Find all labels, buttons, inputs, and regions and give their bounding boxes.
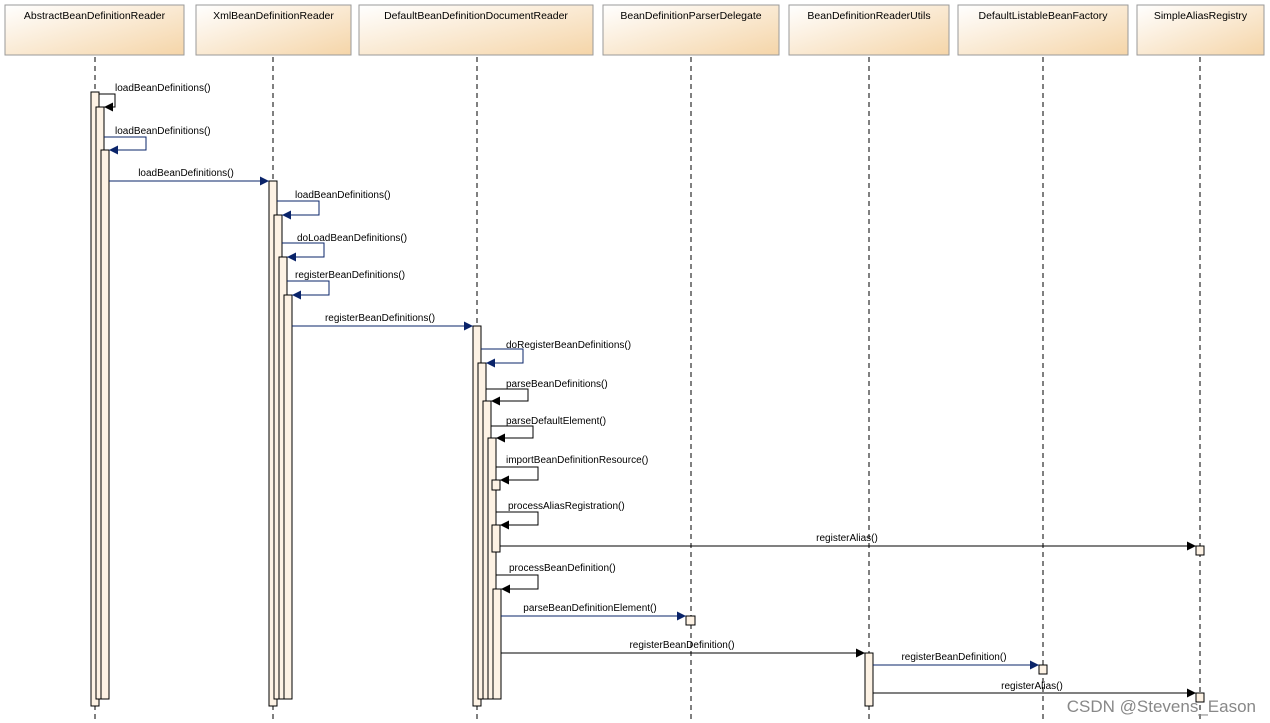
message-register-bean-definitions-self: registerBeanDefinitions() [287,270,405,300]
activation-bar [283,294,293,700]
message-parse-default-element: parseDefaultElement() [491,416,606,443]
message-label: parseBeanDefinitions() [506,379,608,390]
message-label: registerAlias() [1001,681,1063,692]
message-do-load-bean-definitions: doLoadBeanDefinitions() [282,233,407,262]
participant-abstract-bean-definition-reader: AbstractBeanDefinitionReader [4,4,185,56]
activation-bar [685,615,696,626]
activation-bar [492,588,502,700]
message-label: loadBeanDefinitions() [295,190,391,201]
participant-label: AbstractBeanDefinitionReader [24,10,166,22]
activation-bar [491,479,501,491]
lifelines [94,57,1201,723]
participant-bean-definition-reader-utils: BeanDefinitionReaderUtils [788,4,950,56]
message-load-bean-definitions-to-xml-reader: loadBeanDefinitions() [109,168,269,186]
message-load-bean-definitions-self-1: loadBeanDefinitions() [99,83,211,112]
message-load-bean-definitions-self-2: loadBeanDefinitions() [104,126,211,155]
message-label: registerBeanDefinition() [901,652,1006,663]
participant-xml-bean-definition-reader: XmlBeanDefinitionReader [195,4,352,56]
participant-label: SimpleAliasRegistry [1154,10,1248,22]
message-register-bean-definition-to-reader-utils: registerBeanDefinition() [501,640,865,658]
message-label: registerBeanDefinition() [629,640,734,651]
message-process-bean-definition: processBeanDefinition() [496,563,616,594]
message-label: parseDefaultElement() [506,416,606,427]
participant-label: DefaultBeanDefinitionDocumentReader [384,10,568,22]
message-label: loadBeanDefinitions() [115,126,211,137]
participant-label: DefaultListableBeanFactory [979,10,1109,22]
message-load-bean-definitions-xml-self: loadBeanDefinitions() [277,190,391,220]
participant-label: BeanDefinitionReaderUtils [807,10,930,22]
participant-label: XmlBeanDefinitionReader [213,10,334,22]
participant-label: BeanDefinitionParserDelegate [620,10,761,22]
message-label: loadBeanDefinitions() [138,168,234,179]
activation-bar [491,524,501,553]
message-register-alias-to-alias-registry: registerAlias() [500,533,1196,551]
message-label: loadBeanDefinitions() [115,83,211,94]
watermark: CSDN @Stevens_Eason [1066,697,1256,716]
message-label: importBeanDefinitionResource() [506,455,648,466]
activation-bar [1195,545,1205,556]
message-label: doLoadBeanDefinitions() [297,233,407,244]
activation-bar [1038,664,1048,675]
message-do-register-bean-definitions: doRegisterBeanDefinitions() [481,340,631,368]
message-label: registerBeanDefinitions() [295,270,405,281]
message-register-alias-from-reader-utils: registerAlias() [873,681,1196,698]
participant-simple-alias-registry: SimpleAliasRegistry [1136,4,1265,56]
message-label: processAliasRegistration() [508,501,625,512]
message-register-bean-definition-to-bean-factory: registerBeanDefinition() [873,652,1039,670]
activation-bar [864,652,874,707]
message-import-bean-definition-resource: importBeanDefinitionResource() [496,455,648,485]
participant-default-bean-definition-document-reader: DefaultBeanDefinitionDocumentReader [358,4,594,56]
message-parse-bean-definition-element: parseBeanDefinitionElement() [501,603,686,621]
message-parse-bean-definitions: parseBeanDefinitions() [486,379,608,406]
message-label: processBeanDefinition() [509,563,616,574]
participant-bean-definition-parser-delegate: BeanDefinitionParserDelegate [602,4,780,56]
message-label: registerBeanDefinitions() [325,313,435,324]
sequence-diagram: AbstractBeanDefinitionReader XmlBeanDefi… [4,4,1265,723]
message-label: parseBeanDefinitionElement() [523,603,656,614]
message-register-bean-definitions-to-document-reader: registerBeanDefinitions() [292,313,473,331]
activation-bar [100,149,110,700]
message-label: registerAlias() [816,533,878,544]
message-label: doRegisterBeanDefinitions() [506,340,631,351]
participant-default-listable-bean-factory: DefaultListableBeanFactory [957,4,1129,56]
message-process-alias-registration: processAliasRegistration() [496,501,625,530]
